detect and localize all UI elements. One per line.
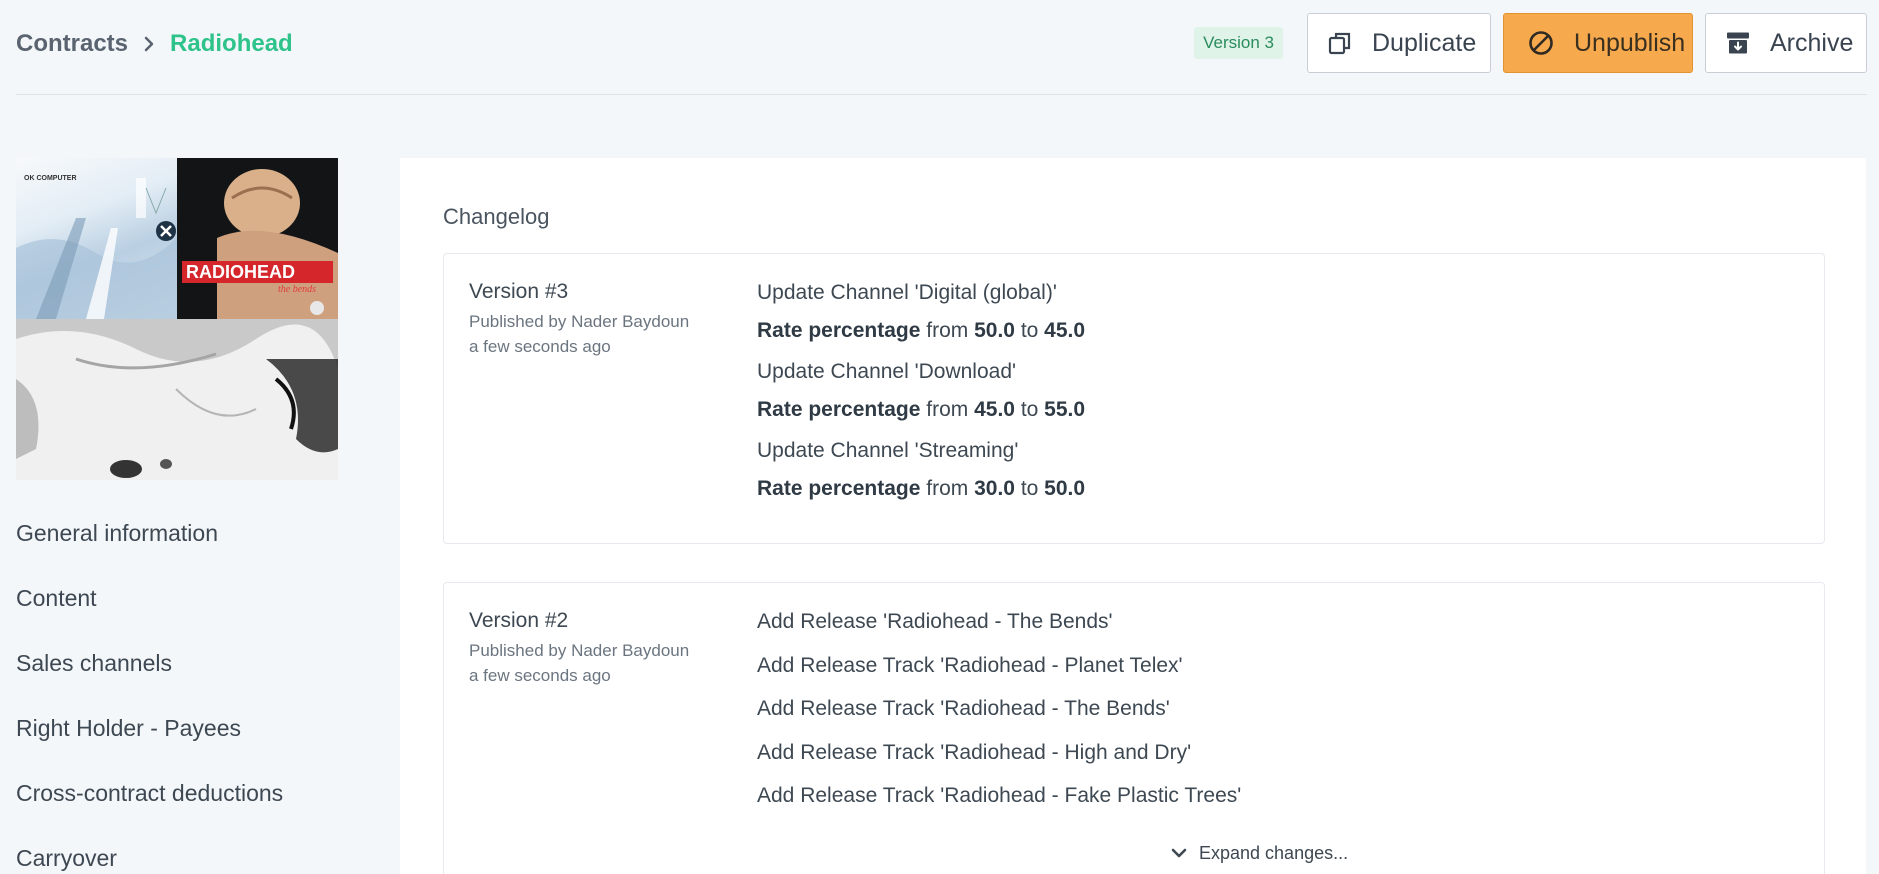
sidebar-nav: General information Content Sales channe… [16,518,338,874]
version-card: Version #2 Published by Nader Baydoun a … [443,582,1825,874]
archive-label: Archive [1770,28,1854,57]
album-cover-kid-a [16,319,338,480]
version-title: Version #3 [469,280,569,303]
sidebar-item-carryover[interactable]: Carryover [16,843,338,874]
page-header: Contracts Radiohead Version 3 Duplicate … [16,0,1867,95]
sidebar-item-cross-contract-deductions[interactable]: Cross-contract deductions [16,778,338,843]
change-item: Add Release Track 'Radiohead - Fake Plas… [757,784,1242,807]
change-item: Add Release Track 'Radiohead - High and … [757,740,1192,764]
change-item: Add Release 'Radiohead - The Bends' [757,610,1113,633]
change-item: Add Release Track 'Radiohead - Planet Te… [757,653,1183,677]
change-item: Update Channel 'Digital (global)' [757,281,1057,304]
album-cover-the-bends: RADIOHEAD the bends [177,158,338,319]
unpublish-button[interactable]: Unpublish [1503,13,1693,73]
sidebar-item-content[interactable]: Content [16,583,338,648]
sidebar-item-right-holder-payees[interactable]: Right Holder - Payees [16,713,338,778]
archive-button[interactable]: Archive [1705,13,1867,73]
ban-icon [1528,30,1554,56]
breadcrumb-contracts-link[interactable]: Contracts [16,30,128,58]
album-artwork-collage: OK COMPUTER RADIOHEAD the bends [16,158,338,480]
changelog-panel: Changelog Version #3 Published by Nader … [400,158,1866,874]
expand-changes-button[interactable]: Expand changes... [1171,843,1348,864]
header-actions: Version 3 Duplicate Unpublish Archive [1194,13,1867,73]
sidebar: OK COMPUTER RADIOHEAD the bends General … [16,158,338,874]
published-time: a few seconds ago [469,337,611,356]
expand-changes-label: Expand changes... [1199,843,1349,863]
version-title: Version #2 [469,609,569,632]
published-by: Published by Nader Baydoun [469,312,690,331]
version-badge: Version 3 [1194,27,1283,59]
change-detail: Rate percentage from 50.0 to 45.0 [757,319,1086,342]
duplicate-button[interactable]: Duplicate [1307,13,1491,73]
svg-text:the bends: the bends [278,284,316,295]
svg-text:OK COMPUTER: OK COMPUTER [24,175,77,182]
sidebar-item-sales-channels[interactable]: Sales channels [16,648,338,713]
change-detail: Rate percentage from 30.0 to 50.0 [757,477,1086,500]
changelog-title: Changelog [443,204,550,229]
album-cover-ok-computer: OK COMPUTER [16,158,177,319]
breadcrumb-current: Radiohead [170,30,293,57]
published-by: Published by Nader Baydoun [469,641,690,660]
change-item: Update Channel 'Streaming' [757,439,1019,462]
change-list: Update Channel 'Digital (global)' Rate p… [757,280,1085,517]
unpublish-label: Unpublish [1574,28,1686,57]
chevron-down-icon [1171,848,1187,859]
breadcrumb: Contracts Radiohead [16,30,293,58]
sidebar-item-general-information[interactable]: General information [16,518,338,583]
change-item: Update Channel 'Download' [757,360,1017,383]
duplicate-icon [1328,31,1352,55]
published-time: a few seconds ago [469,666,611,685]
svg-text:RADIOHEAD: RADIOHEAD [186,262,295,282]
version-card: Version #3 Published by Nader Baydoun a … [443,253,1825,544]
change-item: Add Release Track 'Radiohead - The Bends… [757,697,1170,720]
chevron-right-icon [144,36,154,52]
duplicate-label: Duplicate [1372,28,1477,57]
version-meta: Version #3 Published by Nader Baydoun a … [469,280,689,357]
archive-icon [1726,31,1750,55]
change-list: Add Release 'Radiohead - The Bends' Add … [757,609,1241,827]
version-meta: Version #2 Published by Nader Baydoun a … [469,609,689,686]
change-detail: Rate percentage from 45.0 to 55.0 [757,398,1086,421]
